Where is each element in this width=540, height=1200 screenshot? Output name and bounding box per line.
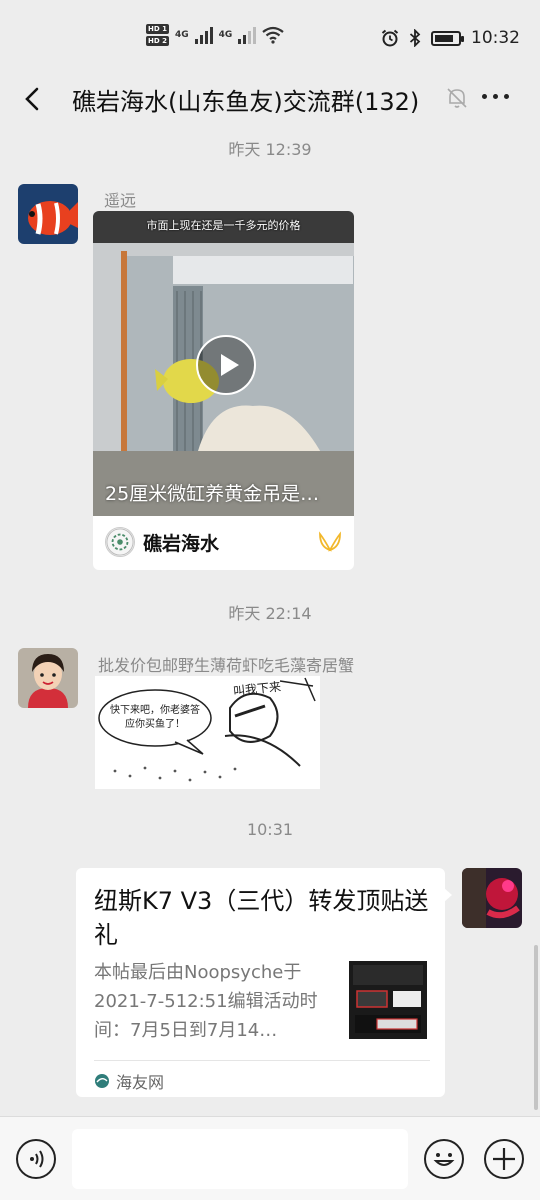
page-title: 礁岩海水(山东鱼友)交流群(132) (72, 88, 420, 116)
channels-butterfly-icon (319, 531, 341, 552)
alarm-icon (381, 29, 399, 47)
mute-bell-icon (447, 88, 467, 108)
voice-input-button[interactable] (16, 1139, 56, 1179)
network-type-1: 4G (174, 30, 189, 40)
avatar-self[interactable] (462, 868, 522, 928)
avatar-clownfish[interactable] (18, 184, 78, 244)
child-avatar-image (18, 648, 78, 708)
battery-level (435, 34, 453, 42)
bluetooth-icon (409, 29, 421, 47)
voice-icon (30, 1150, 44, 1168)
self-avatar-image (462, 868, 522, 928)
chat-header: 礁岩海水(山东鱼友)交流群(132) (0, 76, 540, 122)
video-caption: 市面上现在还是一千多元的价格 (146, 219, 301, 232)
play-icon[interactable] (196, 335, 256, 395)
sticker-image[interactable]: 快下来吧，你老婆答应你买鱼了！ 叫我下来 (95, 676, 320, 789)
emoji-button[interactable] (424, 1139, 464, 1179)
clock: 10:32 (471, 28, 520, 48)
message-timestamp: 昨天 12:39 (228, 140, 312, 159)
site-globe-icon (95, 1074, 109, 1088)
more-actions-button[interactable] (484, 1139, 524, 1179)
more-options-icon[interactable] (482, 94, 509, 99)
wifi-icon (262, 26, 284, 44)
signal-2-icon (238, 26, 257, 44)
channel-name: 礁岩海水 (143, 532, 220, 555)
channels-video-card[interactable]: 市面上现在还是一千多元的价格 25厘米微缸养黄金吊是… 礁岩海水 (93, 211, 354, 570)
link-source: 海友网 (94, 1069, 164, 1093)
input-bar (0, 1116, 540, 1200)
device-thumbnail-image (349, 961, 427, 1039)
battery-icon (431, 30, 464, 46)
hd2-badge: HD 2 (146, 36, 169, 46)
hd1-badge: HD 1 (146, 24, 169, 34)
signal-1-icon (194, 26, 213, 44)
video-thumbnail: 市面上现在还是一千多元的价格 25厘米微缸养黄金吊是… (93, 211, 354, 516)
sticker-speech-text: 快下来吧，你老婆答应你买鱼了！ (110, 705, 200, 730)
status-bar: HD 1 HD 2 4G 4G 10:32 (0, 0, 540, 76)
clownfish-avatar-image (18, 184, 78, 244)
back-icon[interactable] (20, 86, 46, 112)
link-description: 本帖最后由Noopsyche于2021-7-512:51编辑活动时间：7月5日到… (94, 962, 318, 1041)
scrollbar[interactable] (534, 945, 538, 1110)
bubble-tail (444, 888, 452, 902)
link-source-name: 海友网 (116, 1073, 165, 1092)
network-indicators: HD 1 HD 2 4G 4G (146, 24, 284, 46)
channel-logo-icon (105, 527, 135, 557)
plus-icon (493, 1148, 515, 1170)
sticker-drawing (95, 676, 320, 789)
link-divider (94, 1060, 430, 1061)
link-thumbnail (349, 961, 427, 1039)
message-input[interactable] (72, 1129, 408, 1189)
shared-link-card[interactable]: 纽斯K7 V3（三代）转发顶贴送礼 本帖最后由Noopsyche于2021-7-… (76, 868, 445, 1097)
sender-name: 批发价包邮野生薄荷虾吃毛藻寄居蟹 (98, 656, 355, 675)
message-timestamp: 昨天 22:14 (228, 604, 312, 623)
status-right: 10:32 (381, 28, 520, 48)
link-title: 纽斯K7 V3（三代）转发顶贴送礼 (94, 887, 429, 949)
channel-info: 礁岩海水 (105, 527, 219, 557)
message-timestamp: 10:31 (246, 820, 294, 839)
avatar-child[interactable] (18, 648, 78, 708)
sender-name: 遥远 (104, 191, 137, 210)
video-title: 25厘米微缸养黄金吊是… (105, 483, 320, 505)
smiley-icon (433, 1153, 455, 1166)
network-type-2: 4G (218, 30, 233, 40)
